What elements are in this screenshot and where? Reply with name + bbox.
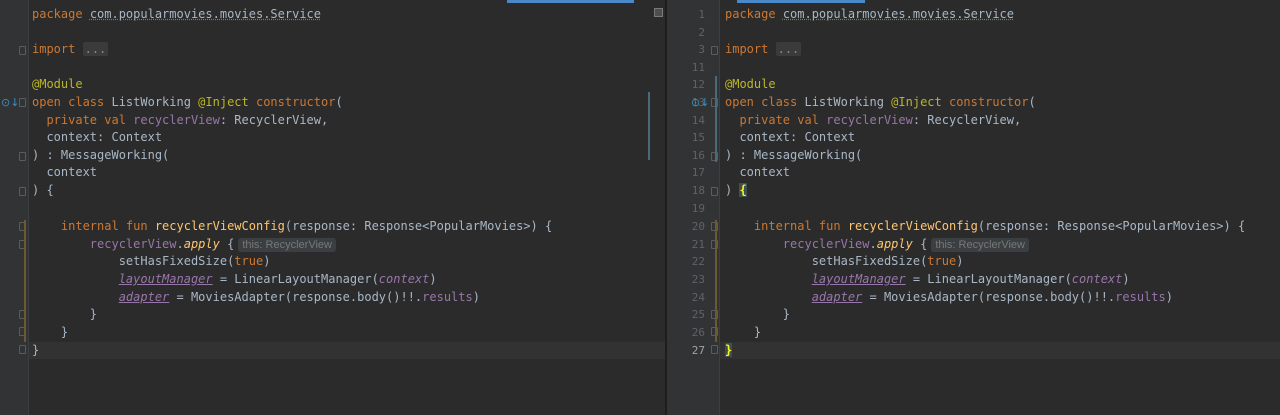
fold-marker-icon[interactable] <box>711 187 718 196</box>
line-number: 25 <box>691 308 705 321</box>
code-line-3[interactable]: import ... <box>725 41 802 58</box>
code-line-13[interactable]: open class ListWorking @Inject construct… <box>725 94 1036 111</box>
line-number-current: 27 <box>691 344 705 357</box>
code-line-15[interactable]: setHasFixedSize(true) <box>32 253 271 270</box>
right-editor-pane[interactable]: 1 2 3 11 12 13 14 15 16 17 18 19 20 21 2… <box>667 0 1280 415</box>
code-line-23[interactable]: layoutManager = LinearLayoutManager(cont… <box>725 271 1130 288</box>
code-line-16[interactable]: layoutManager = LinearLayoutManager(cont… <box>32 271 437 288</box>
code-line-18[interactable]: ) { <box>725 182 747 199</box>
fold-marker-icon[interactable] <box>19 152 26 161</box>
code-line-17[interactable]: context <box>725 164 790 181</box>
code-line-26[interactable]: } <box>725 324 761 341</box>
scroll-marker <box>648 92 650 160</box>
line-number: 1 <box>698 8 705 21</box>
fold-marker-icon[interactable] <box>19 187 26 196</box>
line-number: 18 <box>691 184 705 197</box>
line-number: 20 <box>691 220 705 233</box>
code-line-14[interactable]: private val recyclerView: RecyclerView, <box>725 112 1021 129</box>
code-line-22[interactable]: setHasFixedSize(true) <box>725 253 964 270</box>
fold-marker-icon[interactable] <box>19 98 26 107</box>
line-number: 15 <box>691 131 705 144</box>
folded-imports[interactable]: ... <box>775 42 802 56</box>
code-line-27[interactable]: } <box>725 342 733 359</box>
code-line-20[interactable]: internal fun recyclerViewConfig(response… <box>725 218 1245 235</box>
matched-brace: } <box>725 343 733 357</box>
line-number: 17 <box>691 166 705 179</box>
code-line-13[interactable]: internal fun recyclerViewConfig(response… <box>32 218 552 235</box>
code-line-5[interactable]: @Module <box>32 76 83 93</box>
code-line-1[interactable]: package com.popularmovies.movies.Service <box>32 6 321 23</box>
line-number: 24 <box>691 291 705 304</box>
current-line-highlight <box>29 342 665 359</box>
code-line-21[interactable]: recyclerView.apply {this: RecyclerView <box>725 236 1029 253</box>
change-marker <box>715 220 717 342</box>
implements-override-icon[interactable]: ⊙↓ <box>691 94 709 111</box>
change-marker <box>24 220 26 342</box>
line-number: 11 <box>691 61 705 74</box>
left-horizontal-scrollbar[interactable] <box>507 0 634 3</box>
line-number: 14 <box>691 114 705 127</box>
current-line-highlight <box>720 342 1280 359</box>
fold-marker-icon[interactable] <box>711 345 718 354</box>
code-line-16[interactable]: ) : MessageWorking( <box>725 147 862 164</box>
code-line-15[interactable]: context: Context <box>725 129 855 146</box>
line-number: 21 <box>691 238 705 251</box>
matched-brace: { <box>739 183 747 197</box>
code-line-7[interactable]: private val recyclerView: RecyclerView, <box>32 112 328 129</box>
code-line-12[interactable]: @Module <box>725 76 776 93</box>
code-line-17[interactable]: adapter = MoviesAdapter(response.body()!… <box>32 289 480 306</box>
line-number: 16 <box>691 149 705 162</box>
implements-override-icon[interactable]: ⊙↓ <box>1 94 19 111</box>
inlay-hint: this: RecyclerView <box>931 238 1029 252</box>
editor-status-indicator[interactable] <box>654 8 663 17</box>
code-line-1[interactable]: package com.popularmovies.movies.Service <box>725 6 1014 23</box>
fold-marker-icon[interactable] <box>19 46 26 55</box>
fold-marker-icon[interactable] <box>711 46 718 55</box>
folded-imports[interactable]: ... <box>82 42 109 56</box>
line-number: 22 <box>691 255 705 268</box>
code-line-6[interactable]: open class ListWorking @Inject construct… <box>32 94 343 111</box>
code-line-9[interactable]: ) : MessageWorking( <box>32 147 169 164</box>
code-line-20[interactable]: } <box>32 342 39 359</box>
line-number: 12 <box>691 78 705 91</box>
code-line-8[interactable]: context: Context <box>32 129 162 146</box>
code-line-11[interactable]: ) { <box>32 182 54 199</box>
line-number: 23 <box>691 273 705 286</box>
code-line-25[interactable]: } <box>725 306 790 323</box>
code-line-19[interactable]: } <box>32 324 68 341</box>
code-line-24[interactable]: adapter = MoviesAdapter(response.body()!… <box>725 289 1173 306</box>
left-editor-pane[interactable]: ⊙↓ package com.popularmovies.movies.Serv… <box>0 0 665 415</box>
line-number: 2 <box>698 26 705 39</box>
line-number: 19 <box>691 202 705 215</box>
code-line-3[interactable]: import ... <box>32 41 109 58</box>
inlay-hint: this: RecyclerView <box>238 238 336 252</box>
code-line-10[interactable]: context <box>32 164 97 181</box>
modified-marker <box>715 76 717 162</box>
right-horizontal-scrollbar[interactable] <box>737 0 865 3</box>
fold-marker-icon[interactable] <box>19 345 26 354</box>
code-line-14[interactable]: recyclerView.apply {this: RecyclerView <box>32 236 336 253</box>
line-number: 3 <box>698 43 705 56</box>
line-number: 26 <box>691 326 705 339</box>
code-line-18[interactable]: } <box>32 306 97 323</box>
